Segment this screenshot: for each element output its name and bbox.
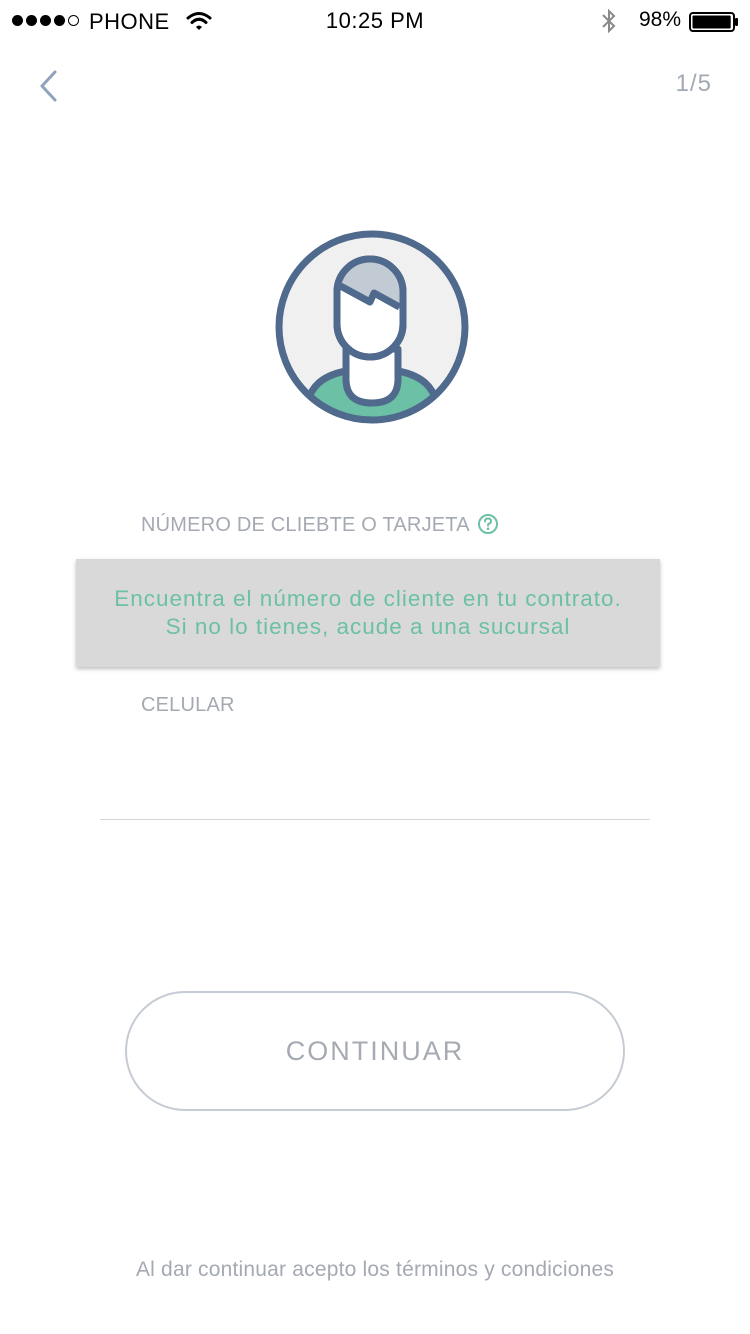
status-time: 10:25 PM [325,8,425,33]
step-counter: 1/5 [675,70,712,97]
tooltip-line: Encuentra el número de cliente en tu con… [114,586,622,611]
user-avatar-icon [275,230,469,424]
battery-percent: 98% [639,8,682,31]
phone-label: CELULAR [141,694,235,716]
battery-icon [689,12,738,32]
chevron-left-icon[interactable] [30,66,70,106]
question-circle-icon[interactable] [477,513,499,535]
help-tooltip: Encuentra el número de cliente en tu con… [76,559,660,667]
status-bar: PHONE 10:25 PM 98% [0,0,750,40]
card-number-label: NÚMERO DE CLIEBTE O TARJETA [141,514,470,536]
phone-input[interactable] [100,740,650,820]
terms-text[interactable]: Al dar continuar acepto los términos y c… [0,1258,750,1282]
continue-button[interactable]: CONTINUAR [125,991,625,1111]
bluetooth-icon [602,8,616,34]
tooltip-line: Si no lo tienes, acude a una sucursal [165,614,571,639]
